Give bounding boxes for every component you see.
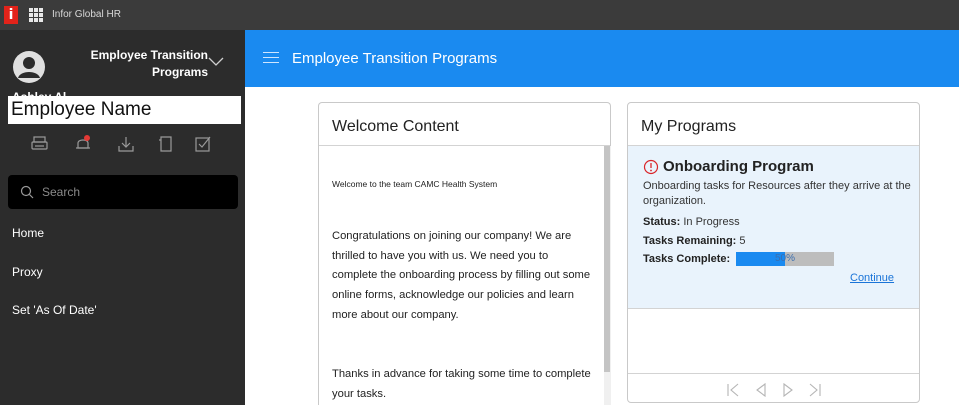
progress-text: 50% <box>774 253 795 264</box>
program-title: Onboarding Program <box>663 158 814 175</box>
document-icon[interactable] <box>156 134 176 154</box>
employee-name-field: Employee Name <box>8 96 241 124</box>
programs-card-title: My Programs <box>641 118 737 135</box>
app-grid-icon[interactable] <box>29 8 43 22</box>
search-box[interactable] <box>8 175 238 209</box>
continue-link[interactable]: Continue <box>850 272 894 284</box>
sidebar-title[interactable]: Employee Transition Programs <box>80 47 208 81</box>
welcome-body-text: Congratulations on joining our company! … <box>332 230 591 321</box>
download-icon[interactable] <box>116 134 136 154</box>
infor-logo[interactable]: i <box>4 6 18 24</box>
hamburger-menu-icon[interactable] <box>263 52 279 64</box>
chevron-down-icon[interactable] <box>208 57 224 67</box>
welcome-small-text: Welcome to the team CAMC Health System <box>332 179 498 189</box>
program-item[interactable]: Onboarding Program Onboarding tasks for … <box>628 145 919 309</box>
app-name: Infor Global HR <box>52 9 121 20</box>
nav-item-home[interactable]: Home <box>12 226 44 240</box>
printer-icon[interactable] <box>30 134 50 154</box>
programs-card: My Programs Onboarding Program Onboardin… <box>627 102 920 403</box>
status-value: In Progress <box>683 216 740 228</box>
scrollbar-thumb[interactable] <box>604 146 610 372</box>
welcome-scrollbar[interactable] <box>604 146 611 405</box>
task-checkbox-icon[interactable] <box>193 134 213 154</box>
nav-item-proxy[interactable]: Proxy <box>12 265 43 279</box>
search-input[interactable] <box>42 175 232 209</box>
program-description: Onboarding tasks for Resources after the… <box>643 180 911 207</box>
welcome-body-text-2: Thanks in advance for taking some time t… <box>332 368 591 400</box>
progress-bar: 50% <box>736 252 834 266</box>
top-bar: i Infor Global HR <box>0 0 959 30</box>
next-page-icon[interactable] <box>781 383 795 397</box>
sidebar-title-line2: Programs <box>151 65 208 79</box>
search-icon <box>20 185 34 199</box>
previous-page-icon[interactable] <box>754 383 768 397</box>
welcome-card-title: Welcome Content <box>332 118 459 135</box>
tasks-complete-line: Tasks Complete: <box>643 253 730 265</box>
page-title: Employee Transition Programs <box>292 50 498 67</box>
tasks-remaining-label: Tasks Remaining: <box>643 235 737 247</box>
alert-circle-icon <box>643 159 659 175</box>
sidebar-toolbar <box>30 134 220 156</box>
page-header: Employee Transition Programs <box>245 30 959 87</box>
divider <box>319 145 610 146</box>
welcome-card: Welcome Content Welcome to the team CAMC… <box>318 102 611 405</box>
first-page-icon[interactable] <box>726 383 740 397</box>
status-line: Status: In Progress <box>643 216 740 228</box>
avatar-icon[interactable] <box>12 50 46 84</box>
sidebar: Employee Transition Programs Ashley Al E… <box>0 30 245 405</box>
tasks-complete-label: Tasks Complete: <box>643 253 731 265</box>
notification-bell-icon[interactable] <box>73 134 93 154</box>
last-page-icon[interactable] <box>808 383 822 397</box>
sidebar-title-line1: Employee Transition <box>90 48 208 62</box>
tasks-remaining-line: Tasks Remaining: 5 <box>643 235 746 247</box>
nav-item-as-of-date[interactable]: Set 'As Of Date' <box>12 303 97 317</box>
status-label: Status: <box>643 216 681 228</box>
pager <box>628 373 919 403</box>
tasks-remaining-value: 5 <box>739 235 746 247</box>
